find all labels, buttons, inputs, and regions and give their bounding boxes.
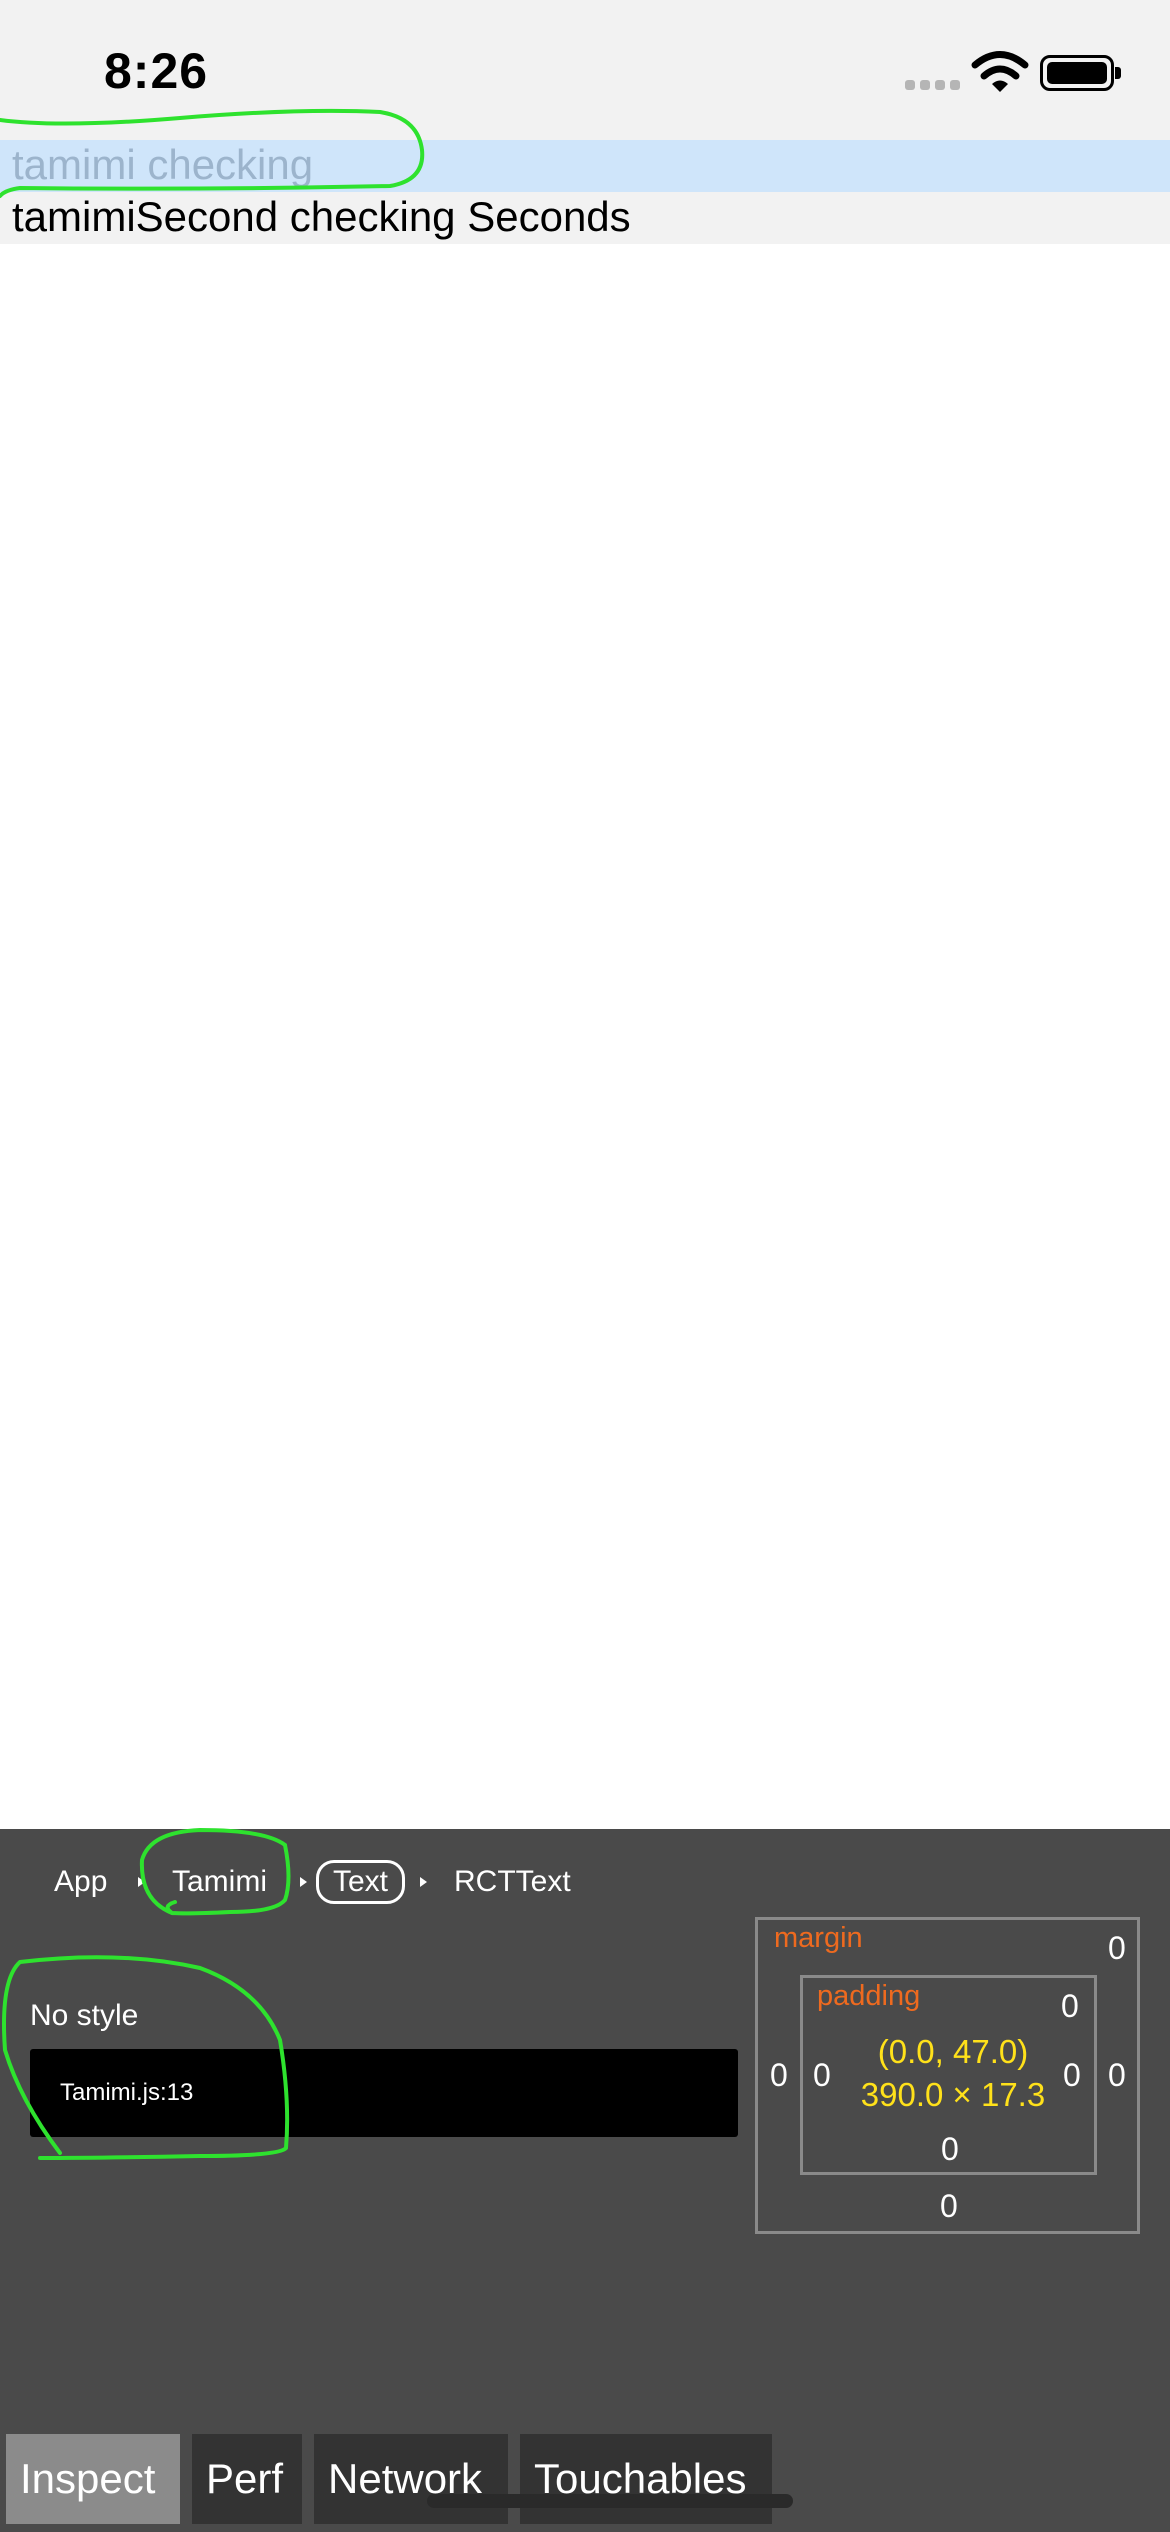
padding-label: padding (817, 1980, 921, 2012)
margin-box: margin 0 0 0 0 padding 0 0 0 0 (0.0, 47.… (755, 1917, 1140, 2234)
breadcrumb-separator-icon (300, 1877, 307, 1887)
breadcrumb-item-app[interactable]: App (54, 1865, 107, 1899)
padding-box: padding 0 0 0 0 (0.0, 47.0) 390.0 × 17.3 (800, 1975, 1097, 2175)
list-item[interactable]: tamimiSecond checking Seconds (0, 192, 1170, 244)
list-item[interactable]: tamimi checking (0, 140, 1170, 192)
element-size: 390.0 × 17.3 (860, 2076, 1046, 2113)
status-bar: 8:26 (0, 0, 1170, 140)
margin-left-value: 0 (770, 2057, 788, 2093)
battery-cap (1115, 67, 1121, 79)
element-inspector-panel: App Tamimi Text RCTText No style Tamimi.… (0, 1829, 1170, 2532)
home-indicator (427, 2494, 793, 2508)
source-location-text: Tamimi.js:13 (60, 2079, 194, 2106)
margin-top-value: 0 (1108, 1930, 1126, 1966)
breadcrumb-item-text[interactable]: Text (316, 1860, 406, 1904)
tab-perf[interactable]: Perf (192, 2434, 302, 2524)
source-location-link[interactable]: Tamimi.js:13 (30, 2049, 738, 2137)
breadcrumb-separator-icon (138, 1877, 145, 1887)
padding-bottom-value: 0 (941, 2131, 959, 2167)
battery-icon (1040, 55, 1114, 91)
tab-touchables[interactable]: Touchables (520, 2434, 772, 2524)
margin-bottom-value: 0 (940, 2188, 958, 2224)
element-position: (0.0, 47.0) (877, 2033, 1029, 2070)
breadcrumb-separator-icon (420, 1877, 427, 1887)
breadcrumb-item-tamimi[interactable]: Tamimi (172, 1865, 267, 1899)
status-time: 8:26 (104, 43, 209, 99)
wifi-icon (971, 51, 1029, 92)
padding-left-value: 0 (813, 2057, 831, 2093)
tab-network[interactable]: Network (314, 2434, 508, 2524)
style-label: No style (30, 1999, 139, 2032)
tab-inspect[interactable]: Inspect (6, 2434, 180, 2524)
cellular-signal-icon (905, 80, 961, 94)
margin-right-value: 0 (1108, 2057, 1126, 2093)
margin-label: margin (774, 1922, 863, 1954)
breadcrumb-item-rcttext[interactable]: RCTText (454, 1865, 571, 1899)
padding-top-value: 0 (1061, 1988, 1079, 2024)
